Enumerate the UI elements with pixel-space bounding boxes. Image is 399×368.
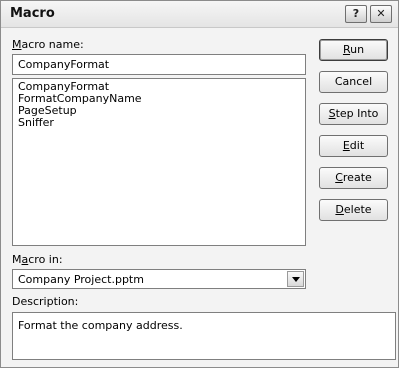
- create-button[interactable]: Create: [319, 167, 388, 189]
- list-item[interactable]: PageSetup: [18, 105, 300, 117]
- list-item[interactable]: Sniffer: [18, 117, 300, 129]
- edit-button[interactable]: Edit: [319, 135, 388, 157]
- description-field[interactable]: Format the company address.: [12, 312, 396, 360]
- help-button[interactable]: ?: [345, 5, 367, 23]
- delete-button[interactable]: Delete: [319, 199, 388, 221]
- dialog-title: Macro: [10, 6, 55, 21]
- step-into-button[interactable]: Step Into: [319, 103, 388, 125]
- macro-name-input[interactable]: CompanyFormat: [12, 54, 306, 75]
- macro-name-label: Macro name:: [12, 38, 84, 51]
- macro-in-select[interactable]: Company Project.pptm: [12, 269, 306, 289]
- macro-in-label: Macro in:: [12, 253, 63, 266]
- close-button[interactable]: ✕: [370, 5, 392, 23]
- chevron-down-icon[interactable]: [287, 271, 304, 287]
- cancel-button[interactable]: Cancel: [319, 71, 388, 93]
- macro-in-value: Company Project.pptm: [18, 273, 144, 286]
- description-label: Description:: [12, 295, 79, 308]
- run-button[interactable]: Run: [319, 39, 388, 61]
- macro-list[interactable]: CompanyFormat FormatCompanyName PageSetu…: [12, 78, 306, 246]
- macro-dialog: Macro ? ✕ Macro name: CompanyFormat Comp…: [0, 0, 399, 368]
- title-bar: Macro ? ✕: [1, 1, 398, 28]
